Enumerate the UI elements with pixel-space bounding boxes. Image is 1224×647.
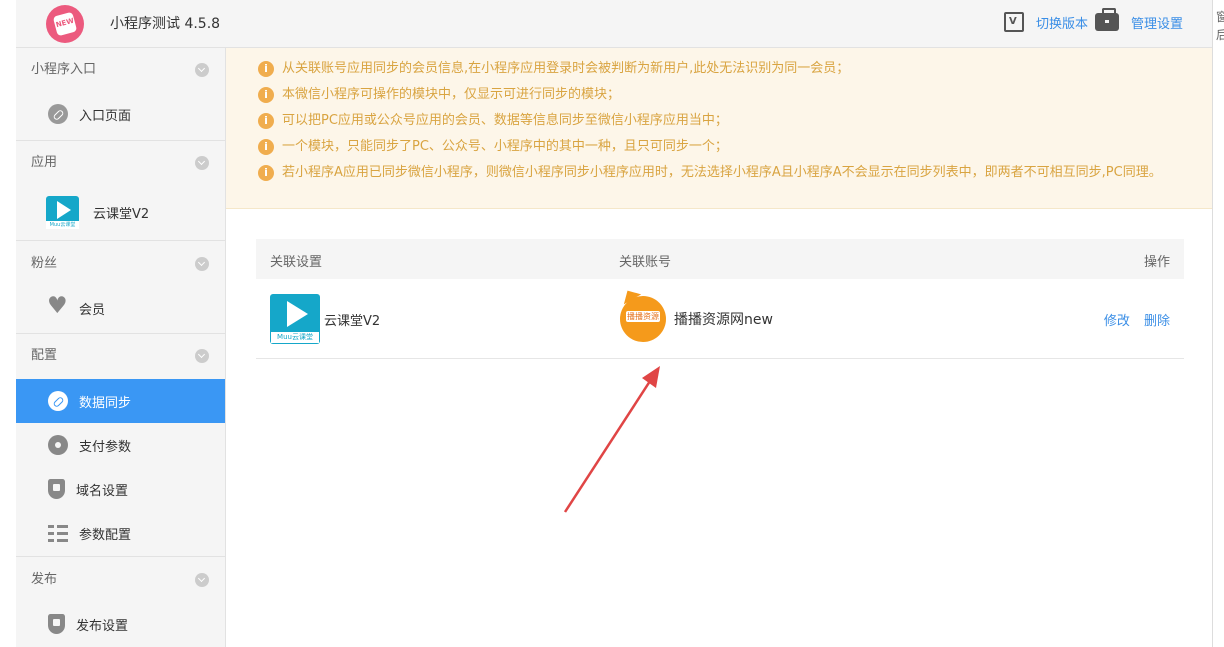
notice-item: i 一个模块，只能同步了PC、公众号、小程序中的其中一种，且只可同步一个； [258,134,1182,160]
sidebar-item-cloud-classroom[interactable]: 云课堂V2 [16,190,225,234]
shield-icon [48,614,65,634]
chevron-down-icon [195,156,209,170]
app-name: 云课堂V2 [324,313,381,329]
sidebar-item-label: 发布设置 [76,618,129,634]
sidebar-item-label: 数据同步 [79,395,132,411]
chevron-down-icon [195,63,209,77]
sidebar-item-label: 会员 [79,302,106,318]
sidebar: 小程序入口 入口页面 应用 云课堂V2 粉丝 会员 配置 数据同步 [16,48,226,647]
sidebar-item-label: 入口页面 [79,108,132,124]
heart-icon [47,293,68,319]
sidebar-item-label: 域名设置 [76,483,129,499]
edit-link[interactable]: 修改 [1104,314,1130,329]
link-icon [48,391,68,411]
info-icon: i [258,87,274,103]
sidebar-item-publish-settings[interactable]: 发布设置 [16,602,225,646]
notice-item: i 从关联账号应用同步的会员信息,在小程序应用登录时会被判断为新用户,此处无法识别… [258,56,1182,82]
sync-table: 关联设置 关联账号 操作 云课堂V2 播播资源 播播资源网new 修改 删除 [256,239,1184,359]
sidebar-item-label: 云课堂V2 [93,206,150,222]
chevron-down-icon [195,573,209,587]
info-icon: i [258,165,274,181]
divider [16,556,225,557]
sidebar-item-label: 参数配置 [79,527,132,543]
row-actions: 修改 删除 [1094,310,1170,329]
chevron-down-icon [195,349,209,363]
frame-border [1212,0,1213,647]
info-icon: i [258,139,274,155]
sidebar-group-entry[interactable]: 小程序入口 [16,48,225,92]
edge-text: 窗 后 [1216,10,1224,42]
notice-item: i 本微信小程序可操作的模块中，仅显示可进行同步的模块； [258,82,1182,108]
briefcase-icon [1095,8,1119,31]
delete-link[interactable]: 删除 [1144,314,1170,329]
app-logo: NEW [46,5,84,43]
list-icon [48,523,68,543]
app-title: 小程序测试 4.5.8 [110,16,221,32]
app-cell: 云课堂V2 [270,294,380,344]
sidebar-group-config[interactable]: 配置 [16,334,225,378]
new-badge-icon: NEW [52,11,78,37]
app-header: NEW 小程序测试 4.5.8 切换版本 管理设置 [16,0,1212,48]
column-header-setting: 关联设置 [270,255,323,270]
muu-app-icon [270,294,320,344]
table-header: 关联设置 关联账号 操作 [256,239,1184,279]
sidebar-group-publish[interactable]: 发布 [16,558,225,602]
shield-icon [48,479,65,499]
annotation-arrow [563,366,660,513]
sidebar-item-domain[interactable]: 域名设置 [16,467,225,511]
manage-settings-button[interactable]: 管理设置 [1095,8,1184,34]
sidebar-item-data-sync[interactable]: 数据同步 [16,379,225,423]
page: 窗 后 NEW 小程序测试 4.5.8 切换版本 管理设置 小程序入口 入口页面… [0,0,1224,647]
chevron-down-icon [195,257,209,271]
info-icon: i [258,113,274,129]
gear-icon [48,435,68,455]
column-header-account: 关联账号 [619,255,672,270]
sidebar-group-apps[interactable]: 应用 [16,141,225,185]
sidebar-item-members[interactable]: 会员 [16,286,225,330]
account-avatar: 播播资源 [620,296,666,342]
sidebar-item-payment[interactable]: 支付参数 [16,423,225,467]
switch-version-button[interactable]: 切换版本 [1004,10,1088,34]
notice-item: i 可以把PC应用或公众号应用的会员、数据等信息同步至微信小程序应用当中； [258,108,1182,134]
divider [16,240,225,241]
sidebar-group-fans[interactable]: 粉丝 [16,242,225,286]
sidebar-item-params[interactable]: 参数配置 [16,511,225,555]
notice-box: i 从关联账号应用同步的会员信息,在小程序应用登录时会被判断为新用户,此处无法识别… [226,48,1212,209]
link-icon [48,104,68,124]
manage-settings-label: 管理设置 [1131,16,1184,32]
table-row: 云课堂V2 播播资源 播播资源网new 修改 删除 [256,279,1184,359]
info-icon: i [258,61,274,77]
version-icon [1004,12,1024,32]
column-header-action: 操作 [1143,255,1170,270]
sidebar-item-label: 支付参数 [79,439,132,455]
muu-app-icon [46,195,79,229]
account-name: 播播资源网new [674,312,773,328]
left-gutter [0,0,16,647]
account-cell: 播播资源 播播资源网new [620,296,773,342]
sidebar-item-entry-page[interactable]: 入口页面 [16,92,225,136]
notice-item: i 若小程序A应用已同步微信小程序，则微信小程序同步小程序应用时，无法选择小程序A… [258,162,1182,183]
switch-version-label: 切换版本 [1036,16,1089,32]
